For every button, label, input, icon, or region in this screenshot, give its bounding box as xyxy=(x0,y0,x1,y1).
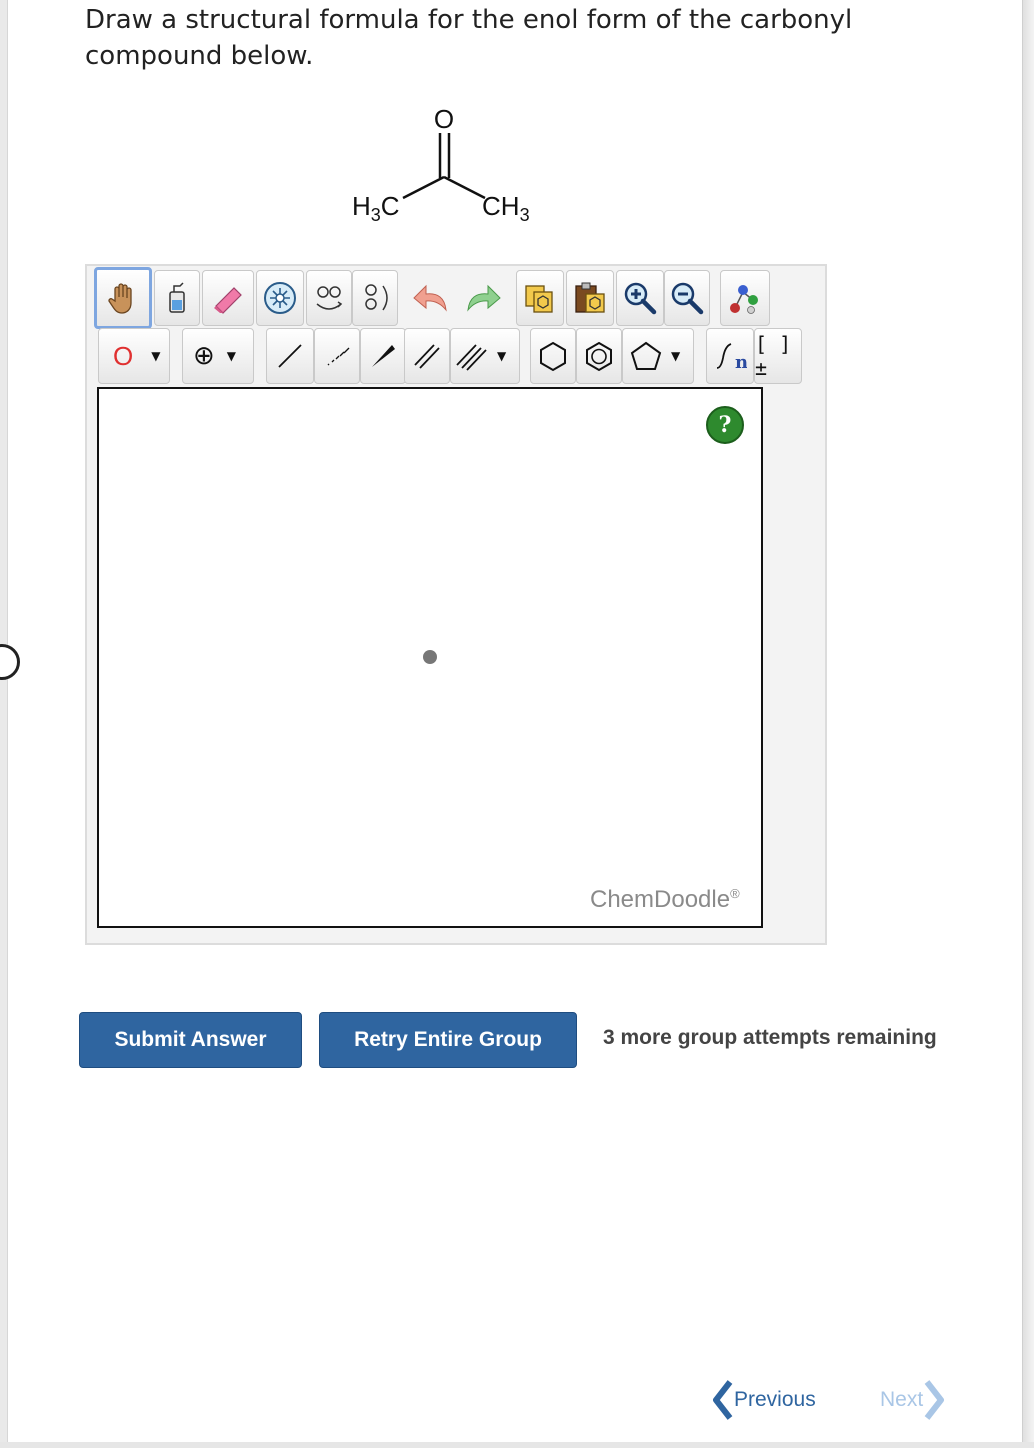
carbonyl-structure: O H3C CH3 xyxy=(352,104,530,225)
chevron-down-icon: ▼ xyxy=(497,349,507,363)
chevron-down-icon: ▼ xyxy=(151,349,161,363)
copy-tool-button[interactable] xyxy=(516,270,564,326)
hashed-bond-tool-button[interactable] xyxy=(314,328,360,384)
repeat-unit-label: n xyxy=(735,352,747,372)
hand-tool-button[interactable] xyxy=(94,267,152,329)
zoom-out-icon xyxy=(671,282,704,315)
clear-tool-button[interactable] xyxy=(154,270,200,326)
benzene-ring-tool-button[interactable] xyxy=(576,328,622,384)
hexagon-ring-icon xyxy=(540,341,566,372)
pentagon-ring-icon xyxy=(630,341,662,370)
right-scrollbar[interactable] xyxy=(1022,0,1034,1448)
eraser-tool-button[interactable] xyxy=(202,270,254,326)
repeat-unit-tool-button[interactable]: n xyxy=(706,328,754,384)
hand-icon xyxy=(108,283,132,314)
eraser-icon xyxy=(214,287,242,314)
center-icon xyxy=(264,282,296,314)
wedge-bond-icon xyxy=(372,345,395,367)
next-link[interactable]: Next xyxy=(880,1380,945,1420)
oxygen-label: O xyxy=(434,104,454,134)
chevron-left-icon xyxy=(713,1380,733,1420)
bracket-charge-label: [ ]± xyxy=(755,332,792,380)
bottom-window-edge xyxy=(0,1442,1034,1448)
charge-plus-icon: ⊕ xyxy=(193,341,215,371)
clean-molecule-icon xyxy=(730,285,758,314)
flip-vertical-icon xyxy=(365,284,388,311)
brand-text: ChemDoodle xyxy=(590,886,731,913)
flip-horizontal-tool-button[interactable] xyxy=(306,270,352,326)
attempts-remaining-text: 3 more group attempts remaining xyxy=(603,1026,937,1049)
clear-bottle-icon xyxy=(169,282,185,313)
previous-link[interactable]: Previous xyxy=(712,1380,816,1420)
clean-tool-button[interactable] xyxy=(720,270,770,326)
next-label: Next xyxy=(880,1388,924,1411)
pentagon-ring-tool-button[interactable]: ▼ xyxy=(622,328,694,384)
retry-entire-group-button[interactable]: Retry Entire Group xyxy=(319,1012,577,1068)
submit-answer-button[interactable]: Submit Answer xyxy=(79,1012,302,1068)
chemdoodle-brand: ChemDoodle® xyxy=(590,886,740,914)
chevron-down-icon: ▼ xyxy=(226,349,237,363)
charge-tool-button[interactable]: ⊕ ▼ xyxy=(182,328,254,384)
registered-mark: ® xyxy=(730,886,740,901)
canvas-center-dot xyxy=(423,650,437,664)
flip-horizontal-icon xyxy=(316,286,343,310)
single-bond-tool-button[interactable] xyxy=(266,328,314,384)
flip-vertical-tool-button[interactable] xyxy=(352,270,398,326)
paste-tool-button[interactable] xyxy=(566,270,614,326)
side-nav-handle[interactable] xyxy=(0,644,20,680)
repeat-unit-icon: n xyxy=(716,343,747,372)
hashed-bond-icon xyxy=(327,347,350,366)
redo-tool-button[interactable] xyxy=(458,270,506,326)
double-bond-tool-button[interactable] xyxy=(404,328,450,384)
double-bond-icon xyxy=(414,344,440,369)
zoom-out-tool-button[interactable] xyxy=(664,270,710,326)
question-text: Draw a structural formula for the enol f… xyxy=(85,5,853,71)
zoom-in-icon xyxy=(624,282,657,315)
chevron-right-icon xyxy=(924,1380,945,1420)
redo-arrow-icon xyxy=(467,284,501,312)
undo-tool-button[interactable] xyxy=(408,270,456,326)
undo-arrow-icon xyxy=(413,284,447,312)
single-bond-icon xyxy=(278,344,302,368)
hexagon-ring-tool-button[interactable] xyxy=(530,328,576,384)
triple-bond-icon xyxy=(456,344,487,371)
methyl-right-label: CH3 xyxy=(482,191,530,225)
paste-clipboard-icon xyxy=(575,282,605,313)
atom-tool-button[interactable]: O ▼ xyxy=(98,328,170,384)
methyl-left-label: H3C xyxy=(352,191,400,225)
zoom-in-tool-button[interactable] xyxy=(616,270,664,326)
wedge-bond-tool-button[interactable] xyxy=(360,328,406,384)
help-icon[interactable]: ? xyxy=(706,406,744,444)
benzene-ring-icon xyxy=(586,341,612,372)
left-window-edge xyxy=(0,0,8,1448)
copy-icon xyxy=(525,285,553,313)
chevron-down-icon: ▼ xyxy=(671,349,681,363)
center-tool-button[interactable] xyxy=(256,270,304,326)
bracket-charge-tool-button[interactable]: [ ]± xyxy=(754,328,802,384)
atom-label: O xyxy=(113,340,134,371)
triple-bond-tool-button[interactable]: ▼ xyxy=(450,328,520,384)
previous-label: Previous xyxy=(734,1388,816,1411)
